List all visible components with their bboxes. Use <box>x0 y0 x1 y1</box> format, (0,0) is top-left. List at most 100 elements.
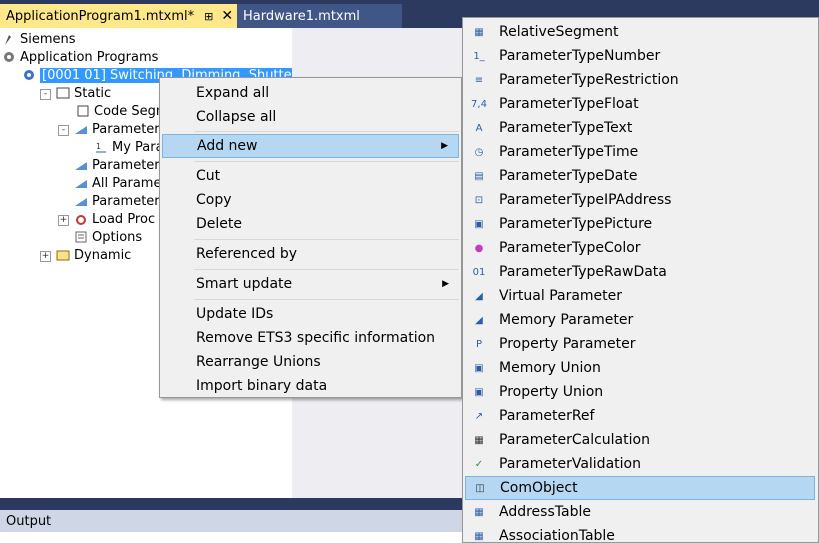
tree-node-static[interactable]: Static <box>56 84 111 102</box>
submenu-item-memory-parameter[interactable]: ◢ Memory Parameter <box>465 308 815 332</box>
address-table-icon: ▦ <box>474 506 484 518</box>
submenu-item-parameter-calculation[interactable]: ▦ ParameterCalculation <box>465 428 815 452</box>
options-icon <box>74 230 88 244</box>
expand-toggle[interactable]: + <box>58 215 69 226</box>
calculator-icon: ▦ <box>474 434 484 446</box>
tab-hardware[interactable]: Hardware1.mtxml <box>237 4 402 28</box>
tab-label: Hardware1.mtxml <box>243 8 360 24</box>
text-type-icon: A <box>475 122 483 134</box>
parameter-type-icon <box>74 122 88 136</box>
tree-node-label: Application Programs <box>20 49 159 65</box>
submenu-arrow-icon: ▶ <box>442 279 449 289</box>
svg-text:1: 1 <box>96 142 101 151</box>
tree-node-label: All Parame <box>92 175 162 191</box>
tree-node-options[interactable]: Options <box>74 228 142 246</box>
validation-icon: ✓ <box>474 458 484 470</box>
menu-item-label: Cut <box>196 168 221 184</box>
submenu-item-label: AssociationTable <box>499 528 615 543</box>
submenu-item-relative-segment[interactable]: ▦ RelativeSegment <box>465 20 815 44</box>
tree-node-label: Code Segm <box>94 103 169 119</box>
menu-item-delete[interactable]: Delete <box>162 212 459 236</box>
memory-union-icon: ▣ <box>474 362 484 374</box>
menu-item-label: Update IDs <box>196 306 274 322</box>
tab-application-program[interactable]: ApplicationProgram1.mtxml* ⊞ ✕ <box>0 4 237 28</box>
color-type-icon: ● <box>474 242 484 254</box>
tree-node-parameter-refs[interactable]: Parameter <box>74 192 160 210</box>
submenu-item-virtual-parameter[interactable]: ◢ Virtual Parameter <box>465 284 815 308</box>
submenu-item-parameter-type-rawdata[interactable]: 01 ParameterTypeRawData <box>465 260 815 284</box>
restriction-type-icon: ≡ <box>474 74 484 86</box>
submenu-item-label: RelativeSegment <box>499 24 619 40</box>
submenu-item-memory-union[interactable]: ▣ Memory Union <box>465 356 815 380</box>
add-new-submenu: ▦ RelativeSegment 1​_ ParameterTypeNumber … <box>462 17 819 543</box>
tree-node-parameter-types[interactable]: Parameter <box>74 120 160 138</box>
submenu-item-parameter-type-restriction[interactable]: ≡ ParameterTypeRestriction <box>465 68 815 92</box>
submenu-item-parameter-type-picture[interactable]: ▣ ParameterTypePicture <box>465 212 815 236</box>
tree-node-my-parameter[interactable]: 1 My Para <box>94 138 164 156</box>
tree-node-application-programs[interactable]: Application Programs <box>2 48 158 66</box>
submenu-item-parameter-type-text[interactable]: A ParameterTypeText <box>465 116 815 140</box>
menu-item-expand-all[interactable]: Expand all <box>162 81 459 105</box>
menu-item-label: Rearrange Unions <box>196 354 321 370</box>
submenu-item-com-object[interactable]: ◫ ComObject <box>465 476 815 500</box>
memory-parameter-icon: ◢ <box>475 314 483 326</box>
tree-node-siemens[interactable]: Siemens <box>2 30 76 48</box>
menu-item-copy[interactable]: Copy <box>162 188 459 212</box>
menu-item-label: Referenced by <box>196 246 298 262</box>
tree-node-all-parameters[interactable]: All Parame <box>74 174 161 192</box>
menu-item-rearrange-unions[interactable]: Rearrange Unions <box>162 350 459 374</box>
collapse-toggle[interactable]: - <box>40 89 51 100</box>
submenu-item-parameter-type-date[interactable]: ▤ ParameterTypeDate <box>465 164 815 188</box>
submenu-item-property-parameter[interactable]: P Property Parameter <box>465 332 815 356</box>
menu-item-label: Collapse all <box>196 109 277 125</box>
submenu-item-label: Memory Parameter <box>499 312 634 328</box>
menu-item-label: Expand all <box>196 85 270 101</box>
app-gear-icon <box>22 68 36 82</box>
folder-static-icon <box>56 86 70 100</box>
submenu-item-address-table[interactable]: ▦ AddressTable <box>465 500 815 524</box>
collapse-toggle[interactable]: - <box>58 125 69 136</box>
submenu-item-parameter-validation[interactable]: ✓ ParameterValidation <box>465 452 815 476</box>
submenu-item-label: ParameterTypeNumber <box>499 48 661 64</box>
tree-node-label: Siemens <box>20 31 76 47</box>
com-object-icon: ◫ <box>475 482 485 494</box>
manufacturer-icon <box>2 32 16 46</box>
menu-item-label: Import binary data <box>196 378 328 394</box>
menu-item-import-binary-data[interactable]: Import binary data <box>162 374 459 398</box>
submenu-item-property-union[interactable]: ▣ Property Union <box>465 380 815 404</box>
submenu-item-parameter-type-time[interactable]: ◷ ParameterTypeTime <box>465 140 815 164</box>
tree-node-code-segments[interactable]: Code Segm <box>76 102 169 120</box>
tree-node-parameters[interactable]: Parameter <box>74 156 160 174</box>
load-procedure-icon <box>74 212 88 226</box>
tree-node-label: Parameter <box>92 121 160 137</box>
expand-toggle[interactable]: + <box>40 251 51 262</box>
menu-item-cut[interactable]: Cut <box>162 164 459 188</box>
close-icon[interactable]: ✕ <box>221 8 233 24</box>
menu-item-remove-ets3-info[interactable]: Remove ETS3 specific information <box>162 326 459 350</box>
submenu-item-parameter-type-ipaddress[interactable]: ⊡ ParameterTypeIPAddress <box>465 188 815 212</box>
tree-node-dynamic[interactable]: Dynamic <box>56 246 131 264</box>
parameter-icon <box>74 176 88 190</box>
number-type-icon: 1​_ <box>473 50 485 62</box>
menu-item-update-ids[interactable]: Update IDs <box>162 302 459 326</box>
tree-node-label: Parameter <box>92 157 160 173</box>
submenu-item-parameter-type-number[interactable]: 1​_ ParameterTypeNumber <box>465 44 815 68</box>
submenu-item-parameter-type-color[interactable]: ● ParameterTypeColor <box>465 236 815 260</box>
menu-item-add-new[interactable]: Add new ▶ <box>162 134 459 158</box>
menu-item-label: Smart update <box>196 276 293 292</box>
menu-item-smart-update[interactable]: Smart update ▶ <box>162 272 459 296</box>
submenu-item-parameter-ref[interactable]: ↗ ParameterRef <box>465 404 815 428</box>
pin-icon[interactable]: ⊞ <box>204 10 213 23</box>
date-type-icon: ▤ <box>474 170 484 182</box>
menu-separator <box>194 161 459 162</box>
submenu-item-label: ParameterTypeTime <box>499 144 639 160</box>
tree-node-load-procedures[interactable]: Load Proc <box>74 210 155 228</box>
submenu-item-association-table[interactable]: ▦ AssociationTable <box>465 524 815 543</box>
submenu-item-label: Memory Union <box>499 360 601 376</box>
submenu-item-label: ParameterValidation <box>499 456 641 472</box>
menu-item-referenced-by[interactable]: Referenced by <box>162 242 459 266</box>
number-type-icon: 1 <box>94 140 108 154</box>
submenu-item-parameter-type-float[interactable]: 7,4 ParameterTypeFloat <box>465 92 815 116</box>
tree-node-label: Parameter <box>92 193 160 209</box>
menu-item-collapse-all[interactable]: Collapse all <box>162 105 459 129</box>
